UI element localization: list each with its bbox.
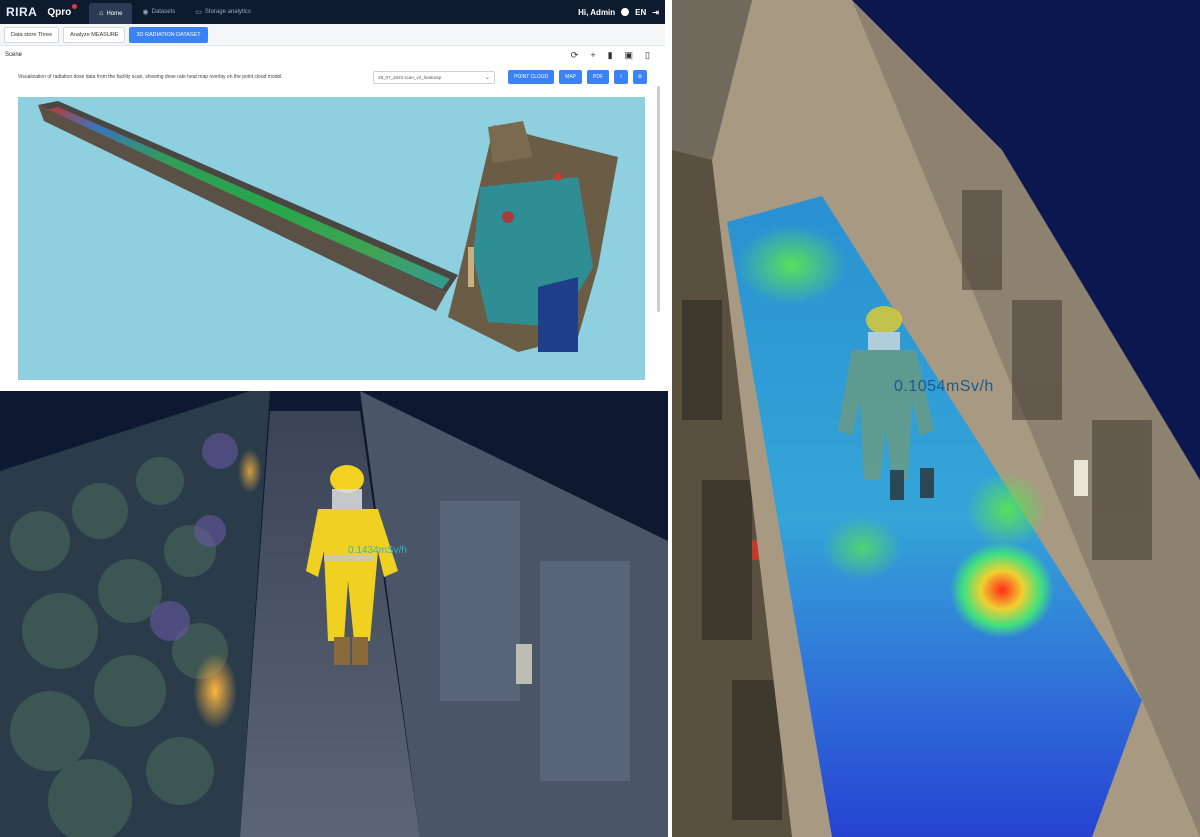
product-logo[interactable]: Qpro	[47, 3, 78, 18]
language-selector[interactable]: EN	[635, 8, 646, 17]
tab-data-store[interactable]: Data store Three	[4, 26, 60, 43]
walkway-heatmap-view: 0.1054mSv/h	[672, 0, 1200, 837]
nav-item-home[interactable]: ⌂ Home	[89, 3, 133, 24]
map-button[interactable]: MAP	[559, 70, 582, 84]
3d-viewer[interactable]	[18, 97, 645, 380]
folder-icon: ▭	[195, 9, 202, 16]
product-logo-dot	[72, 3, 78, 9]
vertical-scrollbar[interactable]	[657, 86, 660, 312]
corridor-render-view: 0.1434mSv/h	[0, 391, 668, 837]
section-title: Scene	[5, 52, 23, 58]
home-icon: ⌂	[99, 10, 104, 17]
scene-description: Visualization of radiation dose data fro…	[18, 74, 283, 80]
nav-label: Datasets	[151, 9, 176, 15]
corridor-point-cloud	[0, 391, 668, 837]
top-navigation-bar: RIRA Qpro ⌂ Home ◉ Datasets ▭ Storage an…	[0, 0, 665, 24]
nav-item-storage[interactable]: ▭ Storage analytics	[185, 0, 261, 24]
user-area: Hi, Admin EN ⇥	[578, 8, 659, 17]
nav-label: Storage analytics	[204, 9, 251, 15]
export-icon[interactable]: ▯	[645, 50, 650, 61]
save-icon[interactable]: ▣	[625, 50, 634, 61]
nav-label: Home	[106, 10, 123, 17]
user-avatar-icon[interactable]	[621, 8, 630, 16]
dose-rate-label: 0.1434mSv/h	[348, 545, 407, 556]
chevron-down-icon: ⌄	[485, 74, 491, 81]
database-icon: ◉	[142, 9, 149, 16]
brand-logo[interactable]: RIRA	[6, 5, 37, 19]
walkway-point-cloud	[672, 0, 1200, 837]
tab-radiation-dataset[interactable]: 3D RADIATION DATASET	[129, 26, 208, 43]
app-window: RIRA Qpro ⌂ Home ◉ Datasets ▭ Storage an…	[0, 0, 668, 388]
workspace-tabs: Data store Three Analyze MEASURE 3D RADI…	[0, 24, 665, 46]
nav-item-datasets[interactable]: ◉ Datasets	[132, 0, 185, 24]
info-button[interactable]: i	[614, 70, 628, 84]
trash-icon[interactable]: ▮	[608, 50, 613, 61]
point-cloud-button[interactable]: POINT CLOUD	[508, 70, 555, 84]
scene-toolbar: ⟳ + ▮ ▣ ▯	[571, 50, 660, 61]
user-greeting[interactable]: Hi, Admin	[578, 8, 615, 17]
tab-analyze[interactable]: Analyze MEASURE	[63, 26, 126, 43]
settings-button[interactable]: ⚙	[633, 70, 647, 84]
plus-icon[interactable]: +	[590, 50, 595, 61]
composite-figure: RIRA Qpro ⌂ Home ◉ Datasets ▭ Storage an…	[0, 0, 1200, 837]
pdf-button[interactable]: PDF	[587, 70, 609, 84]
dose-rate-label: 0.1054mSv/h	[894, 378, 994, 395]
section-header: Scene ⟳ + ▮ ▣ ▯	[0, 46, 665, 64]
main-nav: ⌂ Home ◉ Datasets ▭ Storage analytics	[89, 0, 261, 24]
scan-select[interactable]: 28_07_2023 scan_v2_heatmap ⌄	[373, 70, 496, 84]
scan-select-value: 28_07_2023 scan_v2_heatmap	[378, 74, 442, 80]
refresh-icon[interactable]: ⟳	[571, 50, 579, 61]
scene-controls: Visualization of radiation dose data fro…	[0, 64, 665, 90]
point-cloud-model-top-view	[38, 101, 618, 352]
logout-icon[interactable]: ⇥	[652, 8, 659, 17]
